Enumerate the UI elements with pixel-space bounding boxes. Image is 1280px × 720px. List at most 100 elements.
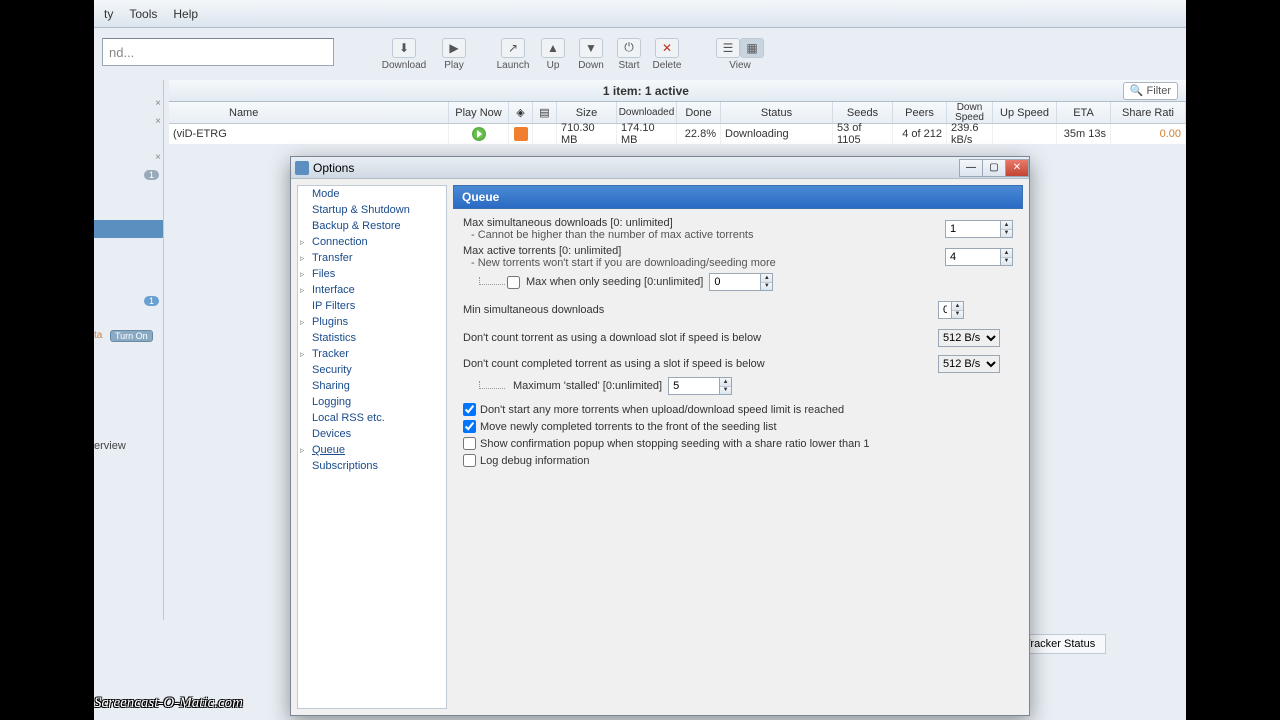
tree-backup[interactable]: Backup & Restore (298, 218, 446, 234)
options-tree: Mode Startup & Shutdown Backup & Restore… (297, 185, 447, 709)
watermark: Screencast-O-Matic.com (94, 695, 243, 712)
col-status[interactable]: Status (721, 102, 833, 123)
power-icon: ⏻ (617, 38, 641, 58)
chk-confirm[interactable] (463, 437, 476, 450)
col-seeds[interactable]: Seeds (833, 102, 893, 123)
search-placeholder: nd... (109, 45, 134, 60)
cell-rss[interactable] (509, 124, 533, 144)
download-button[interactable]: ⬇Download (379, 38, 429, 71)
download-icon: ⬇ (392, 38, 416, 58)
tree-security[interactable]: Security (298, 362, 446, 378)
max-stalled-label: Maximum 'stalled' [0:unlimited] (513, 380, 662, 392)
dontcount-dl-label: Don't count torrent as using a download … (463, 332, 938, 344)
tree-sharing[interactable]: Sharing (298, 378, 446, 394)
col-doc[interactable]: ▤ (533, 102, 557, 123)
tree-mode[interactable]: Mode (298, 186, 446, 202)
close-icon[interactable]: × (155, 98, 161, 109)
view-button[interactable]: ☰▦ View (711, 38, 769, 71)
chk-move-completed[interactable] (463, 420, 476, 433)
tree-startup[interactable]: Startup & Shutdown (298, 202, 446, 218)
play-button[interactable]: ▶Play (429, 38, 479, 71)
overview-label[interactable]: erview (94, 440, 126, 452)
panel-heading: Queue (453, 185, 1023, 209)
doc-icon: ▤ (539, 106, 549, 119)
max-seed-checkbox[interactable] (507, 276, 520, 289)
table-row[interactable]: (viD-ETRG 710.30 MB 174.10 MB 22.8% Down… (169, 124, 1186, 144)
turn-on-button[interactable]: Turn On (110, 330, 153, 342)
max-sim-dl-spinner[interactable]: ▲▼ (945, 220, 1013, 238)
max-stalled-input[interactable] (668, 377, 720, 395)
tree-localrss[interactable]: Local RSS etc. (298, 410, 446, 426)
col-playnow[interactable]: Play Now (449, 102, 509, 123)
delete-button[interactable]: ✕Delete (647, 38, 687, 71)
dontcount-dl-select[interactable]: 512 B/s (938, 329, 1000, 347)
min-sim-dl-spinner[interactable]: ▲▼ (938, 301, 964, 319)
max-seed-label: Max when only seeding [0:unlimited] (526, 276, 703, 288)
dontcount-comp-select[interactable]: 512 B/s (938, 355, 1000, 373)
cell-doc (533, 124, 557, 144)
max-active-label: Max active torrents [0: unlimited] (463, 245, 945, 257)
col-done[interactable]: Done (677, 102, 721, 123)
status-bar: 1 item: 1 active 🔍 Filter (169, 80, 1186, 102)
menu-item-partial[interactable]: ty (96, 7, 121, 21)
search-input[interactable]: nd... (102, 38, 334, 66)
col-rss[interactable]: ◈ (509, 102, 533, 123)
tree-connection[interactable]: Connection (298, 234, 446, 250)
start-button[interactable]: ⏻Start (611, 38, 647, 71)
tree-statistics[interactable]: Statistics (298, 330, 446, 346)
cell-share: 0.00 (1111, 124, 1186, 144)
tree-ipfilters[interactable]: IP Filters (298, 298, 446, 314)
tree-files[interactable]: Files (298, 266, 446, 282)
col-name[interactable]: Name (169, 102, 449, 123)
col-eta[interactable]: ETA (1057, 102, 1111, 123)
min-sim-dl-input[interactable] (938, 301, 952, 319)
max-sim-dl-sub: - Cannot be higher than the number of ma… (463, 229, 945, 241)
menu-item-help[interactable]: Help (165, 7, 206, 21)
beta-label: ta (94, 330, 102, 341)
down-button[interactable]: ▼Down (571, 38, 611, 71)
status-text: 1 item: 1 active (169, 84, 1123, 98)
chk-speed-limit[interactable] (463, 403, 476, 416)
delete-icon: ✕ (655, 38, 679, 58)
cell-peers: 4 of 212 (893, 124, 947, 144)
menu-item-tools[interactable]: Tools (121, 7, 165, 21)
col-downloaded[interactable]: Downloaded (617, 102, 677, 123)
play-icon: ▶ (442, 38, 466, 58)
up-button[interactable]: ▲Up (535, 38, 571, 71)
close-icon[interactable]: × (155, 152, 161, 163)
close-icon[interactable]: × (155, 116, 161, 127)
tree-devices[interactable]: Devices (298, 426, 446, 442)
main-toolbar: ⬇Download ▶Play ↗Launch ▲Up ▼Down ⏻Start… (339, 30, 769, 78)
col-downspeed[interactable]: Down Speed (947, 102, 993, 123)
tree-queue[interactable]: Queue (298, 442, 446, 458)
maximize-button[interactable]: ▢ (982, 159, 1006, 177)
col-shareratio[interactable]: Share Rati (1111, 102, 1186, 123)
cell-name: (viD-ETRG (169, 124, 449, 144)
dialog-title: Options (313, 161, 354, 175)
launch-button[interactable]: ↗Launch (491, 38, 535, 71)
max-stalled-spinner[interactable]: ▲▼ (668, 377, 732, 395)
tree-logging[interactable]: Logging (298, 394, 446, 410)
chk-log-debug[interactable] (463, 454, 476, 467)
max-sim-dl-input[interactable] (945, 220, 1001, 238)
max-active-input[interactable] (945, 248, 1001, 266)
filter-input[interactable]: 🔍 Filter (1123, 82, 1178, 100)
close-button[interactable]: ✕ (1005, 159, 1029, 177)
tree-tracker[interactable]: Tracker (298, 346, 446, 362)
max-seed-spinner[interactable]: ▲▼ (709, 273, 773, 291)
cell-playnow[interactable] (449, 124, 509, 144)
minimize-button[interactable]: — (959, 159, 983, 177)
dialog-titlebar[interactable]: Options — ▢ ✕ (291, 157, 1029, 179)
options-dialog: Options — ▢ ✕ Mode Startup & Shutdown Ba… (290, 156, 1030, 716)
max-seed-input[interactable] (709, 273, 761, 291)
max-active-spinner[interactable]: ▲▼ (945, 248, 1013, 266)
tree-subscriptions[interactable]: Subscriptions (298, 458, 446, 474)
tree-plugins[interactable]: Plugins (298, 314, 446, 330)
col-peers[interactable]: Peers (893, 102, 947, 123)
up-icon: ▲ (541, 38, 565, 58)
tree-transfer[interactable]: Transfer (298, 250, 446, 266)
col-size[interactable]: Size (557, 102, 617, 123)
col-upspeed[interactable]: Up Speed (993, 102, 1057, 123)
max-sim-dl-label: Max simultaneous downloads [0: unlimited… (463, 217, 945, 229)
tree-interface[interactable]: Interface (298, 282, 446, 298)
